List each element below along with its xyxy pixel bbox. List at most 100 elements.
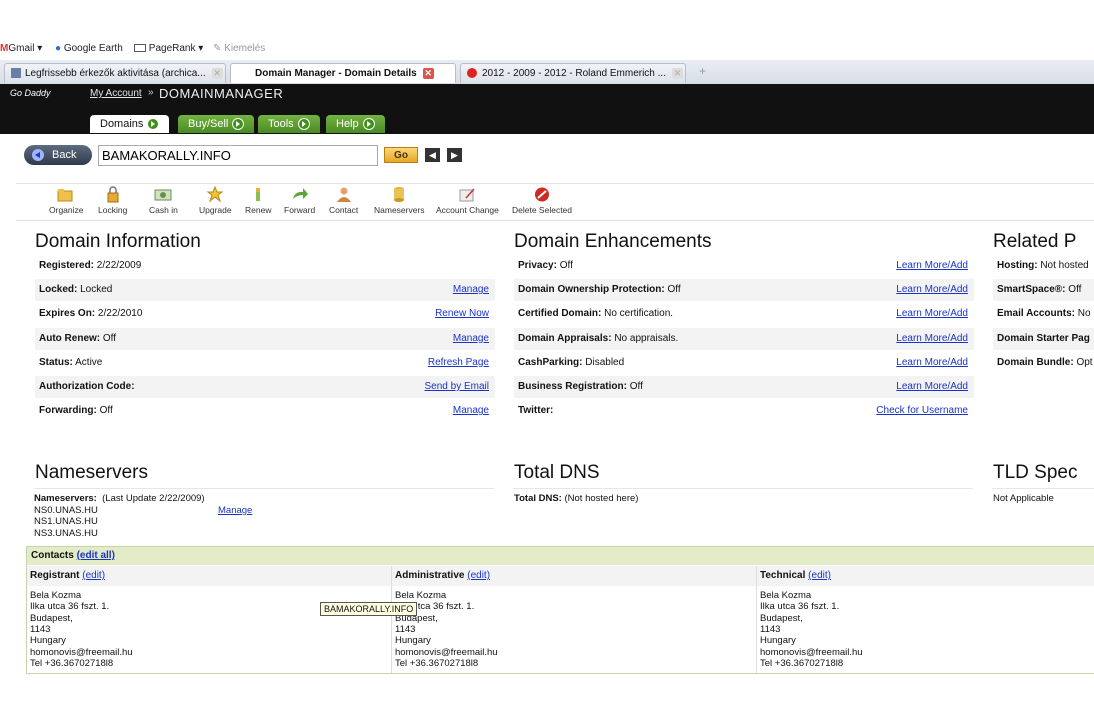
- domain-info-row: Auto Renew: Off Manage: [35, 327, 495, 350]
- tld-spec-value: Not Applicable: [993, 493, 1054, 504]
- domain-info-row-label: Expires On:: [39, 308, 96, 320]
- highlight-icon: ✎: [213, 43, 222, 54]
- domain-info-row-value: Active: [75, 356, 103, 368]
- enhancement-row-action-link[interactable]: Learn More/Add: [896, 376, 968, 398]
- close-tab-icon[interactable]: ✕: [422, 67, 434, 79]
- enhancement-row-action-link[interactable]: Learn More/Add: [896, 352, 968, 374]
- enhancement-row-value: Disabled: [585, 356, 625, 368]
- domain-search-input[interactable]: [98, 145, 378, 166]
- domain-info-row-value: 2/22/2009: [96, 260, 142, 271]
- enhancement-row-action-link[interactable]: Check for Username: [876, 400, 968, 422]
- domain-info-row-action-link[interactable]: Manage: [453, 328, 489, 350]
- previous-domain-button[interactable]: ◀: [425, 148, 440, 162]
- bookmark-pagerank[interactable]: PageRank ▾: [134, 43, 203, 54]
- nameservers-button[interactable]: Nameservers: [374, 186, 425, 215]
- close-tab-icon[interactable]: ✕: [211, 67, 223, 79]
- browser-tab-youtube[interactable]: 2012 - 2009 - 2012 - Roland Emmerich ...…: [460, 63, 686, 83]
- back-button[interactable]: Back: [24, 145, 92, 165]
- bookmark-gmail[interactable]: MGmail ▾: [0, 43, 42, 54]
- server-stack-icon: [394, 187, 405, 202]
- browser-tab-strip: Legfrissebb érkezők aktivitása (archica.…: [0, 60, 1094, 85]
- total-dns-line: Total DNS: (Not hosted here): [514, 493, 639, 504]
- youtube-icon: [467, 68, 477, 79]
- total-dns-heading: Total DNS: [514, 462, 600, 483]
- domain-info-row-action-link[interactable]: Refresh Page: [428, 352, 489, 374]
- edit-contact-link[interactable]: (edit): [808, 570, 831, 581]
- enhancement-row: Certified Domain: No certification. Learn…: [514, 303, 974, 325]
- play-circle-icon: [362, 118, 375, 131]
- domain-toolbar: Organize Locking Cash in Upgrade Renew F…: [16, 183, 1094, 221]
- domain-info-row-label: Auto Renew:: [39, 332, 101, 344]
- bookmark-kiemeles[interactable]: ✎ Kiemelés: [213, 43, 265, 54]
- tab-tools[interactable]: Tools: [258, 115, 320, 133]
- tab-domains[interactable]: Domains: [90, 115, 170, 133]
- edit-contact-link[interactable]: (edit): [82, 570, 105, 581]
- contact-detail-line: Ilka utca 36 fszt. 1.: [30, 601, 110, 613]
- nameservers-label-line: Nameservers: (Last Update 2/22/2009): [34, 493, 205, 504]
- domain-info-row-action-link[interactable]: Manage: [453, 400, 489, 422]
- cash-in-button[interactable]: Cash in: [149, 186, 178, 215]
- edit-contact-link[interactable]: (edit): [467, 570, 490, 581]
- nameservers-manage-link[interactable]: Manage: [218, 505, 252, 516]
- related-products-heading: Related P: [993, 231, 1077, 252]
- enhancement-row-action-link[interactable]: Learn More/Add: [896, 279, 968, 301]
- tab-buy-sell[interactable]: Buy/Sell: [178, 115, 255, 133]
- domain-manager-title: DOMAINMANAGER: [159, 86, 284, 101]
- domain-info-row-action-link[interactable]: Renew Now: [435, 303, 489, 325]
- contact-column-header: Administrative (edit): [392, 566, 756, 586]
- divider: [34, 488, 494, 489]
- folder-icon: [57, 189, 73, 202]
- enhancement-row-value: Off: [667, 284, 681, 296]
- play-circle-icon: [232, 118, 245, 131]
- contact-detail-line: Ilka utca 36 fszt. 1.: [760, 601, 840, 613]
- domain-tooltip: BAMAKORALLY.INFO: [320, 602, 418, 616]
- domain-info-row-action-link[interactable]: Manage: [453, 279, 489, 301]
- contact-detail-line: homonovis@freemail.hu: [760, 646, 863, 658]
- contact-column-header: Registrant (edit): [27, 566, 391, 586]
- account-change-button[interactable]: Account Change: [436, 186, 499, 215]
- enhancement-row-label: Business Registration:: [518, 381, 627, 392]
- contact-detail-line: Tel +36.36702718l8: [30, 657, 114, 669]
- go-button[interactable]: Go: [384, 147, 418, 163]
- upgrade-button[interactable]: Upgrade: [199, 186, 232, 215]
- domain-info-row-label: Forwarding:: [39, 405, 97, 417]
- enhancement-row-action-link[interactable]: Learn More/Add: [896, 328, 968, 350]
- my-account-link[interactable]: My Account: [90, 88, 142, 99]
- contact-detail-line: Budapest,: [760, 612, 803, 624]
- browser-tab-archica[interactable]: Legfrissebb érkezők aktivitása (archica.…: [4, 63, 226, 83]
- contact-detail-line: Hungary: [760, 635, 796, 647]
- pagerank-icon: [134, 44, 146, 53]
- locking-button[interactable]: Locking: [98, 186, 127, 215]
- domain-info-row: Locked: Locked Manage: [35, 279, 495, 302]
- enhancement-row-label: Domain Appraisals:: [518, 332, 612, 344]
- enhancement-row-action-link[interactable]: Learn More/Add: [896, 255, 968, 277]
- enhancement-row-action-link[interactable]: Learn More/Add: [896, 303, 968, 325]
- close-tab-icon[interactable]: ✕: [671, 67, 683, 79]
- godaddy-logo[interactable]: Go Daddy: [10, 88, 51, 98]
- contact-detail-line: Bela Kozma: [30, 590, 82, 601]
- domain-info-row: Status: Active Refresh Page: [35, 352, 495, 374]
- related-row-value: Opt: [1076, 356, 1093, 368]
- organize-button[interactable]: Organize: [49, 186, 84, 215]
- contact-person-icon: [336, 187, 351, 202]
- enhancement-row: Privacy: Off Learn More/Add: [514, 255, 974, 277]
- bookmark-google-earth[interactable]: ● Google Earth: [55, 43, 123, 54]
- tab-help[interactable]: Help: [326, 115, 385, 133]
- related-row-label: Domain Bundle:: [997, 356, 1074, 368]
- domain-info-row-action-link[interactable]: Send by Email: [425, 376, 489, 398]
- renew-button[interactable]: Renew: [245, 186, 271, 215]
- contact-detail-line: Bela Kozma: [395, 590, 447, 601]
- browser-tab-domain-manager[interactable]: Domain Manager - Domain Details ✕: [230, 63, 456, 83]
- edit-all-contacts-link[interactable]: (edit all): [77, 550, 115, 561]
- nameserver-entry: NS1.UNAS.HU: [34, 516, 98, 528]
- related-row: Email Accounts: No: [993, 303, 1094, 325]
- forward-button[interactable]: Forward: [284, 186, 315, 215]
- contact-button[interactable]: Contact: [329, 186, 358, 215]
- new-tab-button[interactable]: +: [699, 64, 706, 78]
- next-domain-button[interactable]: ▶: [447, 148, 462, 162]
- delete-selected-button[interactable]: Delete Selected: [512, 186, 572, 215]
- domain-info-row-value: 2/22/2010: [97, 308, 143, 320]
- enhancement-row-value: No appraisals.: [614, 332, 679, 344]
- related-row-value: Not hosted: [1040, 260, 1089, 271]
- page-icon: [11, 68, 21, 79]
